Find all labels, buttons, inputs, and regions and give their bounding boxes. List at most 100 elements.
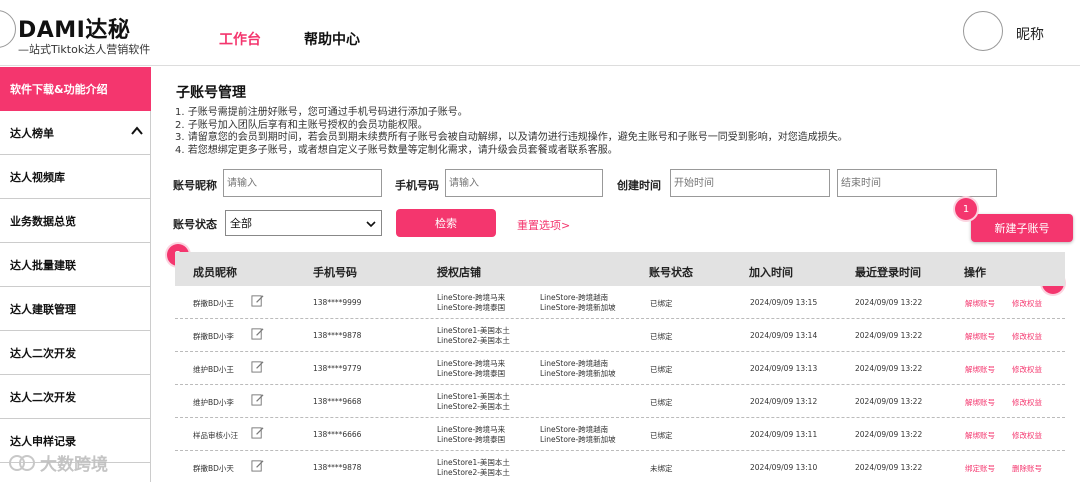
- cell-nickname: 样品审核小汪: [193, 431, 238, 440]
- user-nickname[interactable]: 昵称: [1016, 24, 1044, 44]
- cell-join-time: 2024/09/09 13:15: [750, 298, 818, 307]
- cell-last-login: 2024/09/09 13:22: [855, 364, 923, 373]
- note-line: 3. 请留意您的会员到期时间，若会员到期未续费所有子账号会被自动解绑，以及请勿进…: [175, 132, 848, 143]
- table-row: 样品审核小汪 138****6666 LineStore-跨境马来 LineSt…: [175, 418, 1065, 451]
- cell-shop: LineStore2-美国本土: [437, 402, 510, 411]
- bind-account-link[interactable]: 绑定账号: [965, 463, 995, 474]
- cell-shop: LineStore2-美国本土: [437, 468, 510, 477]
- sidebar-item-secondary-dev-1[interactable]: 达人二次开发: [0, 331, 151, 375]
- notes: 1. 子账号需提前注册好账号，您可通过手机号码进行添加子账号。 2. 子账号加入…: [175, 107, 848, 157]
- sidebar-item-label: 达人二次开发: [10, 390, 76, 404]
- sidebar-item-outreach-management[interactable]: 达人建联管理: [0, 287, 151, 331]
- status-select[interactable]: 全部: [225, 210, 382, 236]
- search-button[interactable]: 检索: [396, 209, 496, 237]
- cell-join-time: 2024/09/09 13:13: [750, 364, 818, 373]
- watermark-text: 大数跨境: [40, 455, 108, 475]
- modify-rights-link[interactable]: 修改权益: [1012, 298, 1042, 309]
- cell-nickname: 维护BD小李: [193, 398, 234, 407]
- nickname-label: 账号昵称: [173, 179, 217, 192]
- sidebar-item-batch-outreach[interactable]: 达人批量建联: [0, 243, 151, 287]
- watermark-logo-icon: [9, 454, 35, 471]
- cell-last-login: 2024/09/09 13:22: [855, 463, 923, 472]
- unbind-account-link[interactable]: 解绑账号: [965, 331, 995, 342]
- cell-shop: LineStore-跨境新加坡: [540, 435, 616, 444]
- cell-shop: LineStore-跨境新加坡: [540, 369, 616, 378]
- modify-rights-link[interactable]: 修改权益: [1012, 430, 1042, 441]
- sidebar-item-label: 业务数据总览: [10, 214, 76, 228]
- cell-join-time: 2024/09/09 13:10: [750, 463, 818, 472]
- col-phone: 手机号码: [313, 266, 357, 279]
- nav-workbench[interactable]: 工作台: [219, 29, 261, 49]
- delete-account-link[interactable]: 删除账号: [1012, 463, 1042, 474]
- cell-nickname: 群撒BD小王: [193, 299, 234, 308]
- note-line: 2. 子账号加入团队后享有和主账号授权的会员功能权限。: [175, 119, 428, 131]
- cell-status: 已绑定: [650, 299, 673, 308]
- note-line: 1. 子账号需提前注册好账号，您可通过手机号码进行添加子账号。: [175, 107, 468, 118]
- page-title: 子账号管理: [176, 85, 246, 101]
- cell-shop: LineStore2-美国本土: [437, 336, 510, 345]
- nav-help-center[interactable]: 帮助中心: [304, 29, 360, 49]
- edit-icon[interactable]: [251, 426, 264, 439]
- avatar[interactable]: [963, 11, 1003, 51]
- start-time-input[interactable]: [670, 169, 830, 197]
- sidebar-item-data-overview[interactable]: 业务数据总览: [0, 199, 151, 243]
- modify-rights-link[interactable]: 修改权益: [1012, 397, 1042, 408]
- sidebar-item-label: 达人榜单: [10, 126, 54, 140]
- unbind-account-link[interactable]: 解绑账号: [965, 397, 995, 408]
- col-authorized-shops: 授权店铺: [437, 266, 481, 279]
- chevron-down-icon: [366, 221, 376, 228]
- sidebar-item-label: 软件下载&功能介绍: [10, 83, 108, 96]
- sidebar-item-secondary-dev-2[interactable]: 达人二次开发: [0, 375, 151, 419]
- end-time-input[interactable]: [837, 169, 997, 197]
- cell-status: 已绑定: [650, 332, 673, 341]
- edit-icon[interactable]: [251, 360, 264, 373]
- edit-icon[interactable]: [251, 327, 264, 340]
- reset-options-link[interactable]: 重置选项>: [517, 217, 570, 233]
- edit-icon[interactable]: [251, 294, 264, 307]
- table-header: 成员昵称 手机号码 授权店铺 账号状态 加入时间 最近登录时间 操作: [175, 252, 1065, 286]
- col-actions: 操作: [964, 266, 986, 279]
- sidebar-item-download[interactable]: 软件下载&功能介绍: [0, 67, 151, 111]
- top-header: DAMI达秘 —站式Tiktok达人营销软件 工作台 帮助中心 昵称: [0, 0, 1080, 66]
- chevron-up-icon: [131, 126, 143, 135]
- cell-status: 已绑定: [650, 365, 673, 374]
- cell-nickname: 群撒BD小李: [193, 332, 234, 341]
- new-subaccount-button[interactable]: 新建子账号: [971, 214, 1073, 242]
- table-row: 群撒BD小李 138****9878 LineStore1-美国本土 LineS…: [175, 319, 1065, 352]
- phone-input[interactable]: [445, 169, 603, 197]
- cell-nickname: 维护BD小王: [193, 365, 234, 374]
- status-select-value: 全部: [230, 217, 252, 230]
- app-title: DAMI达秘: [18, 18, 131, 43]
- cell-shop: LineStore-跨境泰国: [437, 369, 506, 378]
- sidebar-item-video-library[interactable]: 达人视频库: [0, 155, 151, 199]
- cell-nickname: 群撒BD小天: [193, 464, 234, 473]
- sidebar-item-label: 达人二次开发: [10, 346, 76, 360]
- col-join-time: 加入时间: [749, 266, 793, 279]
- phone-label: 手机号码: [395, 179, 439, 192]
- sidebar-item-label: 达人批量建联: [10, 258, 76, 272]
- cell-shop: LineStore-跨境泰国: [437, 303, 506, 312]
- edit-icon[interactable]: [251, 393, 264, 406]
- logo-icon: [0, 10, 16, 48]
- table-row: 群撒BD小王 138****9999 LineStore-跨境马来 LineSt…: [175, 286, 1065, 319]
- nickname-input[interactable]: [223, 169, 382, 197]
- edit-icon[interactable]: [251, 459, 264, 472]
- cell-join-time: 2024/09/09 13:12: [750, 397, 818, 406]
- unbind-account-link[interactable]: 解绑账号: [965, 430, 995, 441]
- cell-last-login: 2024/09/09 13:22: [855, 331, 923, 340]
- cell-status: 已绑定: [650, 431, 673, 440]
- unbind-account-link[interactable]: 解绑账号: [965, 298, 995, 309]
- step-badge-1: 1: [955, 198, 977, 220]
- cell-phone: 138****9878: [313, 331, 362, 340]
- cell-shop: LineStore-跨境新加坡: [540, 303, 616, 312]
- modify-rights-link[interactable]: 修改权益: [1012, 331, 1042, 342]
- cell-phone: 138****9668: [313, 397, 362, 406]
- created-time-label: 创建时间: [617, 179, 661, 192]
- unbind-account-link[interactable]: 解绑账号: [965, 364, 995, 375]
- note-line: 4. 若您想绑定更多子账号，或者想自定义子账号数量等定制化需求，请升级会员套餐或…: [175, 144, 618, 156]
- modify-rights-link[interactable]: 修改权益: [1012, 364, 1042, 375]
- col-member-nickname: 成员昵称: [193, 266, 237, 279]
- cell-status: 未绑定: [650, 464, 673, 473]
- sidebar-item-creator-ranking[interactable]: 达人榜单: [0, 111, 151, 155]
- cell-status: 已绑定: [650, 398, 673, 407]
